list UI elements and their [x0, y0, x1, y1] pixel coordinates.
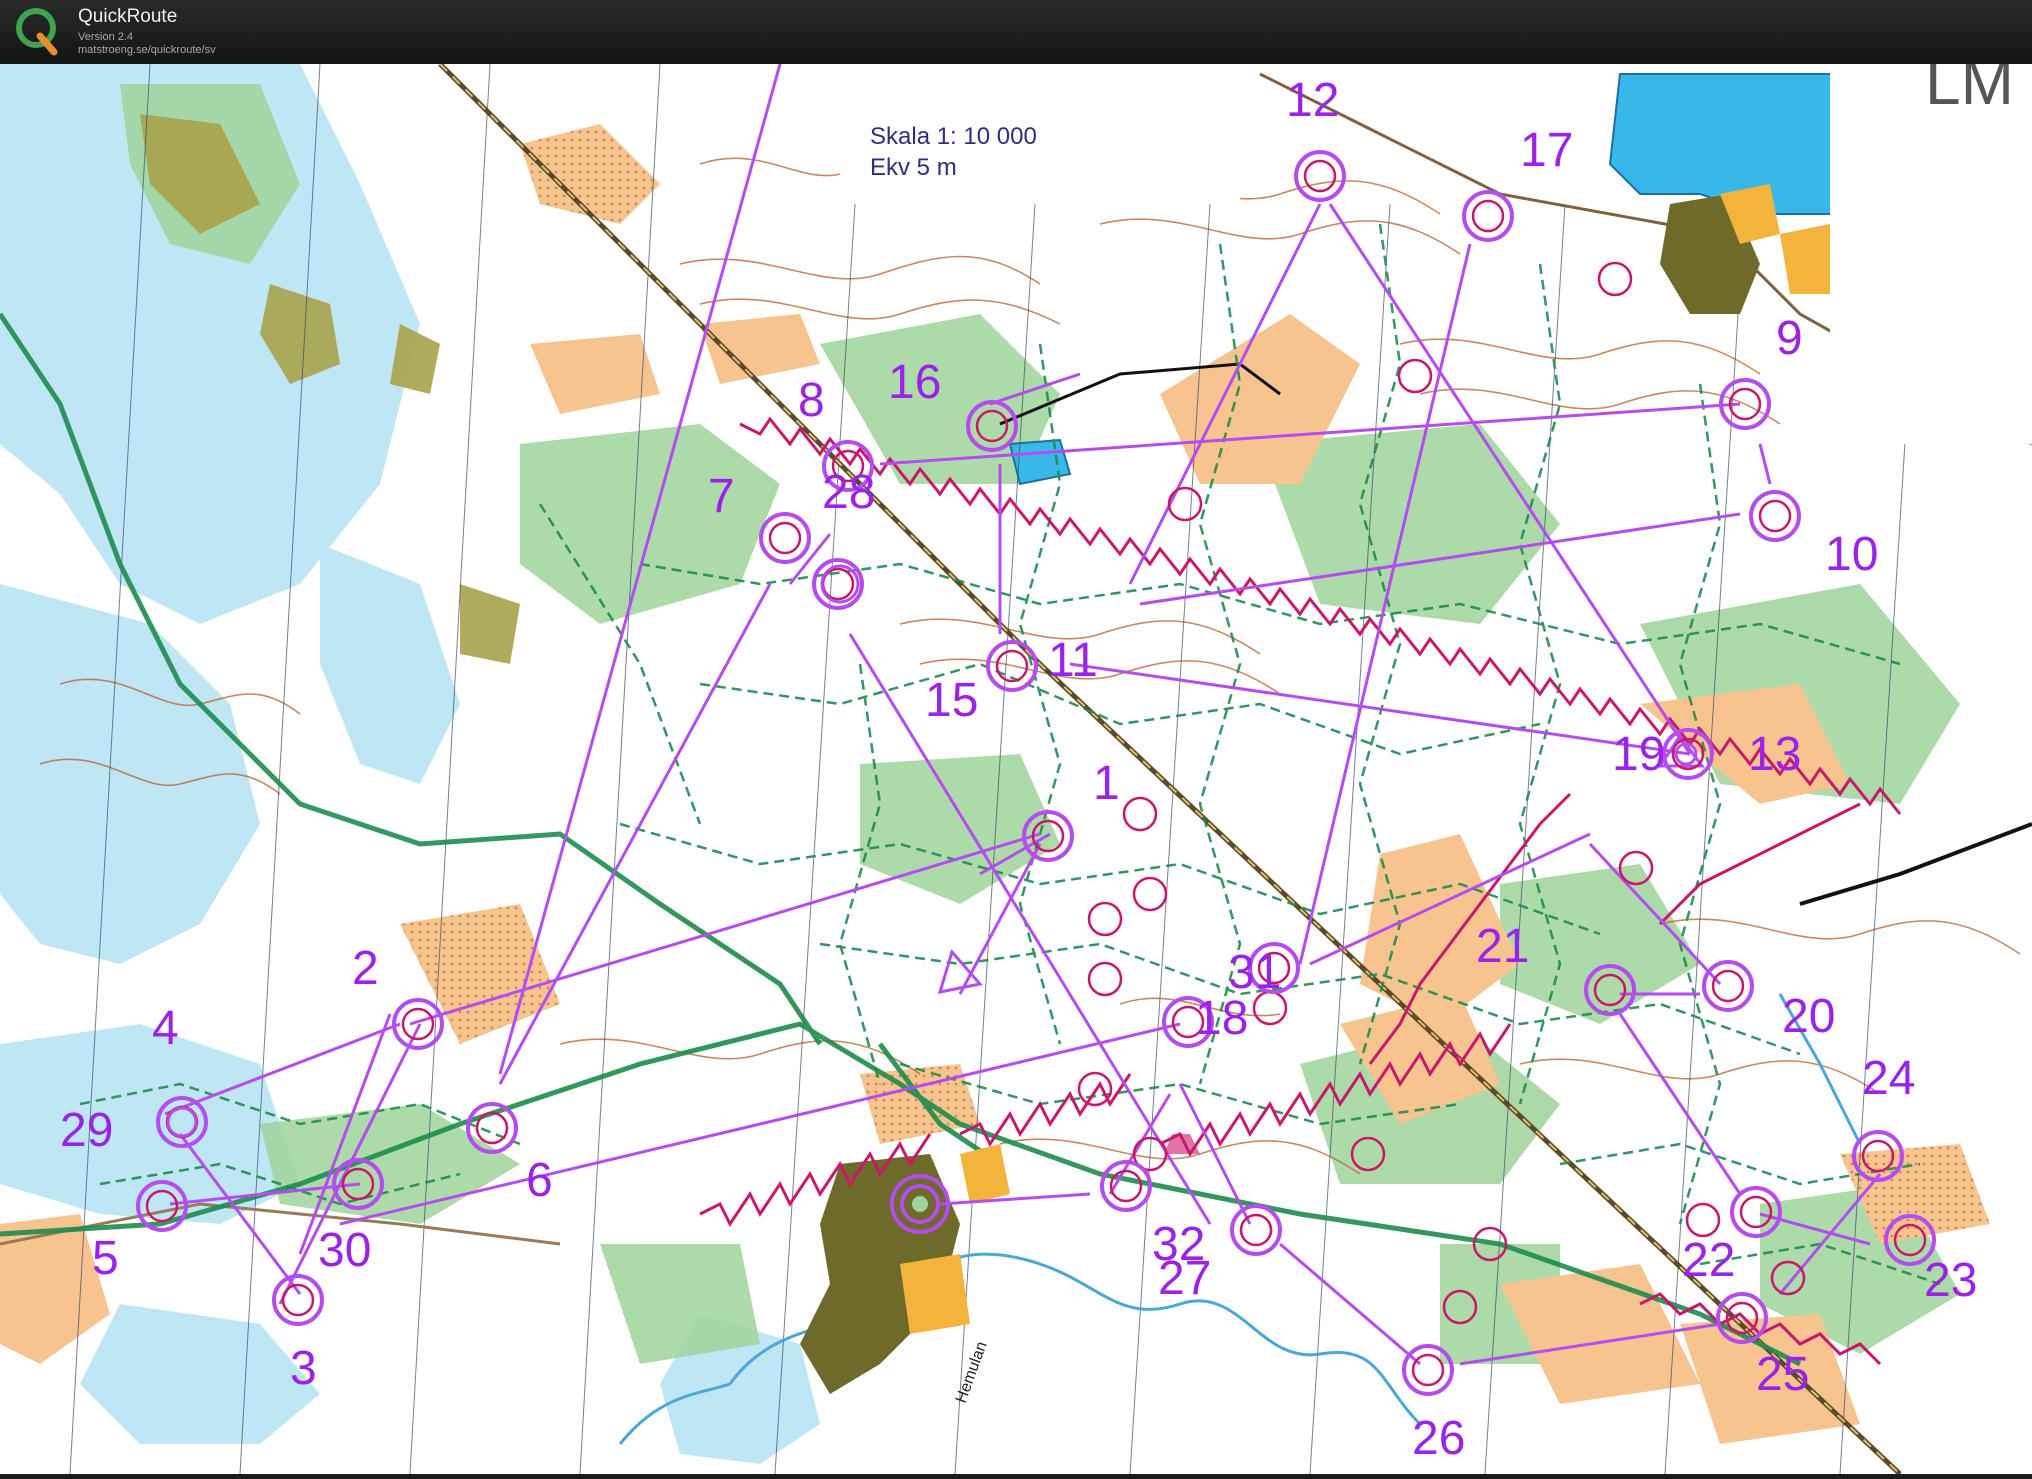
finish-marker — [890, 1174, 950, 1234]
control-label: 13 — [1748, 728, 1801, 781]
control-label: 25 — [1756, 1348, 1809, 1401]
control-label: 10 — [1825, 528, 1878, 581]
app-version-info: Version 2.4 matstroeng.se/quickroute/sv — [78, 31, 216, 57]
control-label: 9 — [1776, 312, 1803, 365]
control-label: 32 — [1152, 1218, 1205, 1271]
control-label: 21 — [1476, 920, 1529, 973]
control-label: 5 — [92, 1232, 119, 1285]
control-label: 23 — [1924, 1254, 1977, 1307]
control-label: 4 — [152, 1002, 179, 1055]
control-label: 11 — [1048, 634, 1098, 687]
control-label: 26 — [1412, 1412, 1465, 1465]
contour-interval-label: Ekv 5 m — [870, 154, 957, 181]
app-version: Version 2.4 — [78, 31, 134, 43]
map-canvas: Skala 1: 10 000 Ekv 5 m LM Hemulan 1 2 3… — [0, 46, 2032, 1476]
control-label: 18 — [1195, 992, 1248, 1045]
map-margin-white — [1830, 64, 2032, 444]
quickroute-logo-icon — [16, 8, 58, 56]
control-label: 22 — [1682, 1234, 1735, 1287]
control-label: 17 — [1520, 124, 1573, 177]
control-label: 24 — [1862, 1052, 1915, 1105]
control-label: 30 — [318, 1224, 371, 1277]
control-label: 7 — [708, 470, 735, 523]
control-label: 12 — [1286, 74, 1339, 127]
control-label: 16 — [888, 356, 941, 409]
control-label: 2 — [352, 942, 379, 995]
control-label: 20 — [1782, 990, 1835, 1043]
orienteering-map[interactable]: Skala 1: 10 000 Ekv 5 m LM Hemulan 1 2 3… — [0, 46, 2032, 1476]
map-corner-text: LM — [1925, 64, 2014, 118]
app-title: QuickRoute — [78, 6, 178, 27]
legend-box: Skala 1: 10 000 Ekv 5 m — [840, 64, 1240, 204]
control-label: 6 — [526, 1154, 553, 1207]
app-url: matstroeng.se/quickroute/sv — [78, 44, 216, 56]
control-label: 3 — [290, 1342, 317, 1395]
control-label: 29 — [60, 1104, 113, 1157]
control-label: 19 — [1612, 728, 1665, 781]
control-label: 1 — [1093, 757, 1120, 810]
scale-label: Skala 1: 10 000 — [870, 123, 1037, 150]
control-label: 8 — [798, 374, 825, 427]
control-label: 28 — [822, 466, 875, 519]
control-label: 15 — [925, 674, 978, 727]
control-label: 31 — [1228, 946, 1281, 999]
title-bar: QuickRoute Version 2.4 matstroeng.se/qui… — [0, 0, 2032, 64]
